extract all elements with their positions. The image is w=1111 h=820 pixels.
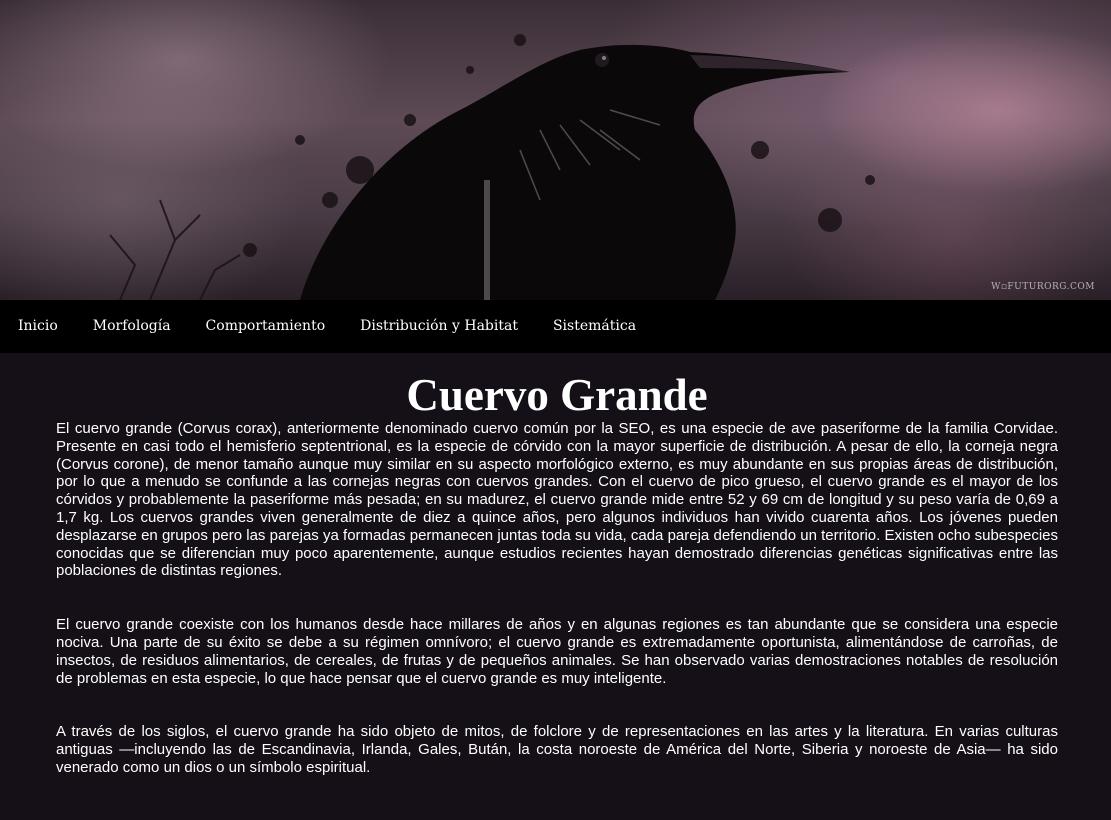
raven-illustration	[109, 34, 875, 300]
nav-item-sistematica[interactable]: Sistemática	[553, 300, 636, 353]
paragraph-culture: A través de los siglos, el cuervo grande…	[56, 723, 1058, 776]
main-content: Cuervo Grande El cuervo grande (Corvus c…	[0, 353, 1111, 820]
nav-item-morfologia[interactable]: Morfología	[93, 300, 171, 353]
main-nav: Inicio Morfología Comportamiento Distrib…	[0, 300, 1111, 353]
page-title: Cuervo Grande	[406, 370, 708, 420]
paragraph-diet: El cuervo grande coexiste con los humano…	[56, 616, 1058, 687]
hero-banner: W▫FUTURORG.COM	[0, 0, 1111, 300]
watermark: W▫FUTURORG.COM	[991, 282, 1095, 292]
nav-item-comportamiento[interactable]: Comportamiento	[206, 300, 326, 353]
nav-item-inicio[interactable]: Inicio	[18, 300, 58, 353]
paragraph-intro: El cuervo grande (Corvus corax), anterio…	[56, 420, 1058, 580]
nav-item-distribucion-habitat[interactable]: Distribución y Habitat	[360, 300, 518, 353]
